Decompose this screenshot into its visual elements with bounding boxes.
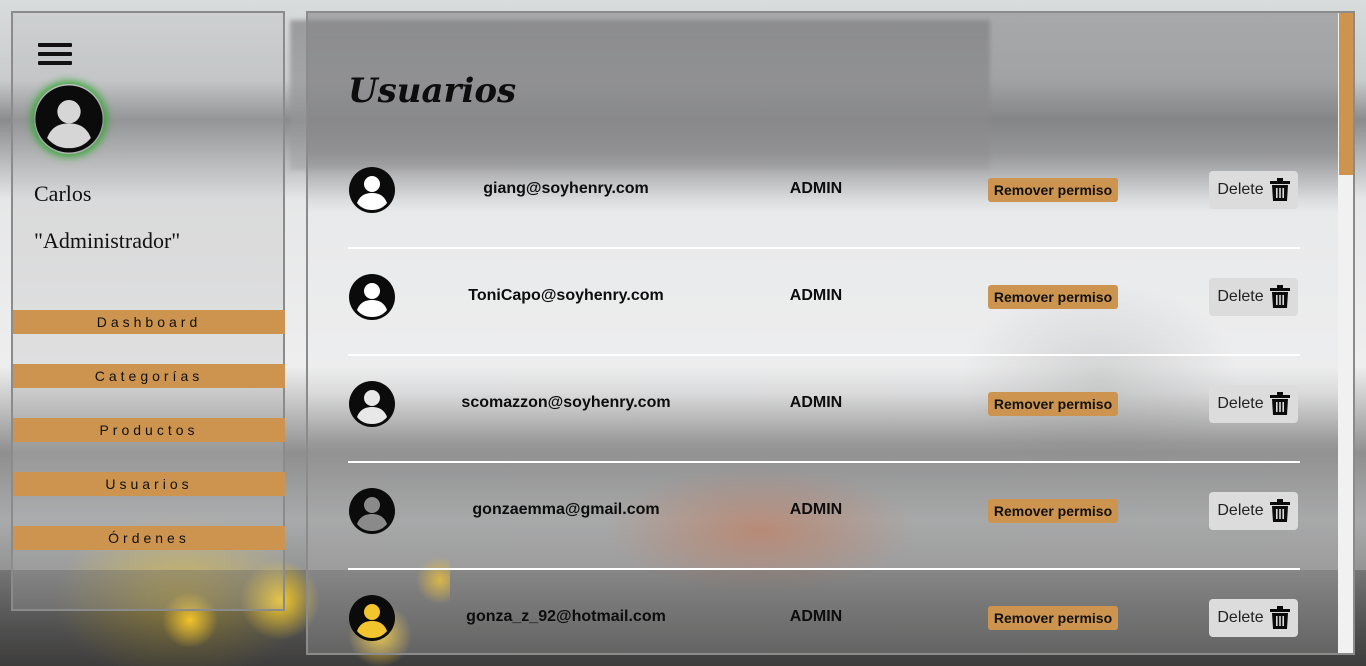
trash-icon xyxy=(1269,606,1290,629)
page-title: Usuarios xyxy=(348,71,517,111)
nav-ordenes[interactable]: Órdenes xyxy=(13,526,285,550)
scrollbar[interactable] xyxy=(1338,13,1353,653)
user-row: scomazzon@soyhenry.com ADMIN Remover per… xyxy=(348,356,1300,463)
user-email: gonza_z_92@hotmail.com xyxy=(466,608,666,625)
delete-button[interactable]: Delete xyxy=(1209,492,1298,530)
user-role-label: ADMIN xyxy=(789,287,843,304)
trash-icon xyxy=(1269,285,1290,308)
hamburger-menu-icon[interactable] xyxy=(38,43,72,69)
delete-label: Delete xyxy=(1217,288,1264,305)
remove-permission-button[interactable]: Remover permiso xyxy=(988,285,1118,309)
user-email: ToniCapo@soyhenry.com xyxy=(468,287,664,304)
user-role-label: ADMIN xyxy=(789,608,843,625)
user-avatar-icon xyxy=(349,381,395,427)
user-role-label: ADMIN xyxy=(789,394,843,411)
delete-button[interactable]: Delete xyxy=(1209,385,1298,423)
user-row: gonza_z_92@hotmail.com ADMIN Remover per… xyxy=(348,570,1300,653)
trash-icon xyxy=(1269,178,1290,201)
remove-permission-button[interactable]: Remover permiso xyxy=(988,606,1118,630)
scrollbar-thumb[interactable] xyxy=(1339,13,1353,175)
trash-icon xyxy=(1269,499,1290,522)
delete-label: Delete xyxy=(1217,395,1264,412)
delete-button[interactable]: Delete xyxy=(1209,278,1298,316)
delete-label: Delete xyxy=(1217,502,1264,519)
sidebar: Carlos "Administrador" Dashboard Categor… xyxy=(11,11,285,611)
nav-categorias[interactable]: Categorías xyxy=(13,364,285,388)
user-avatar-icon xyxy=(349,167,395,213)
user-role-label: ADMIN xyxy=(789,501,843,518)
user-avatar-icon xyxy=(349,595,395,641)
user-row: giang@soyhenry.com ADMIN Remover permiso… xyxy=(348,142,1300,249)
nav-dashboard[interactable]: Dashboard xyxy=(13,310,285,334)
delete-label: Delete xyxy=(1217,609,1264,626)
nav-usuarios[interactable]: Usuarios xyxy=(13,472,285,496)
user-email: scomazzon@soyhenry.com xyxy=(461,394,671,411)
user-avatar-icon xyxy=(349,488,395,534)
user-email: giang@soyhenry.com xyxy=(483,180,649,197)
nav-productos[interactable]: Productos xyxy=(13,418,285,442)
trash-icon xyxy=(1269,392,1290,415)
delete-button[interactable]: Delete xyxy=(1209,171,1298,209)
user-avatar-icon xyxy=(349,274,395,320)
user-row: gonzaemma@gmail.com ADMIN Remover permis… xyxy=(348,463,1300,570)
user-name: Carlos xyxy=(34,181,92,206)
users-panel: Usuarios giang@soyhenry.com ADMIN Remove… xyxy=(306,11,1355,655)
user-role: "Administrador" xyxy=(34,228,181,253)
remove-permission-button[interactable]: Remover permiso xyxy=(988,392,1118,416)
user-role-label: ADMIN xyxy=(789,180,843,197)
remove-permission-button[interactable]: Remover permiso xyxy=(988,178,1118,202)
delete-label: Delete xyxy=(1217,181,1264,198)
remove-permission-button[interactable]: Remover permiso xyxy=(988,499,1118,523)
user-row: ToniCapo@soyhenry.com ADMIN Remover perm… xyxy=(348,249,1300,356)
user-email: gonzaemma@gmail.com xyxy=(472,501,660,518)
user-avatar-icon xyxy=(34,84,104,154)
delete-button[interactable]: Delete xyxy=(1209,599,1298,637)
